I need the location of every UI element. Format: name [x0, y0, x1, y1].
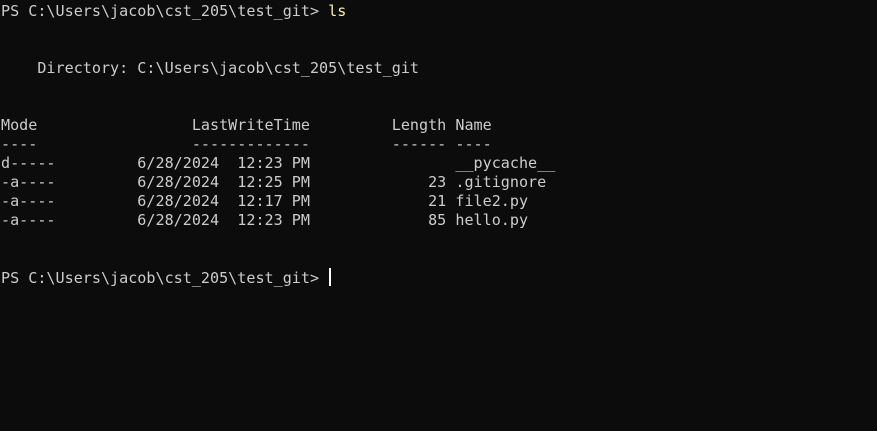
- prompt-text: PS C:\Users\jacob\cst_205\test_git>: [1, 269, 329, 287]
- prompt-text: PS C:\Users\jacob\cst_205\test_git>: [1, 2, 329, 20]
- directory-heading: Directory: C:\Users\jacob\cst_205\test_g…: [1, 59, 420, 77]
- table-row: -a---- 6/28/2024 12:17 PM 21 file2.py: [1, 192, 529, 210]
- active-prompt-line[interactable]: PS C:\Users\jacob\cst_205\test_git>: [1, 268, 877, 287]
- table-row: -a---- 6/28/2024 12:25 PM 23 .gitignore: [1, 173, 547, 191]
- table-header: Mode LastWriteTime Length Name: [1, 116, 492, 134]
- text-cursor: [329, 268, 332, 286]
- table-header-underline: ---- ------------- ------ ----: [1, 135, 492, 153]
- table-row: -a---- 6/28/2024 12:23 PM 85 hello.py: [1, 211, 529, 229]
- prompt-line: PS C:\Users\jacob\cst_205\test_git> ls: [1, 2, 877, 21]
- table-row: d----- 6/28/2024 12:23 PM __pycache__: [1, 154, 556, 172]
- terminal-window[interactable]: PS C:\Users\jacob\cst_205\test_git> ls D…: [0, 0, 877, 431]
- command-text: ls: [328, 2, 347, 20]
